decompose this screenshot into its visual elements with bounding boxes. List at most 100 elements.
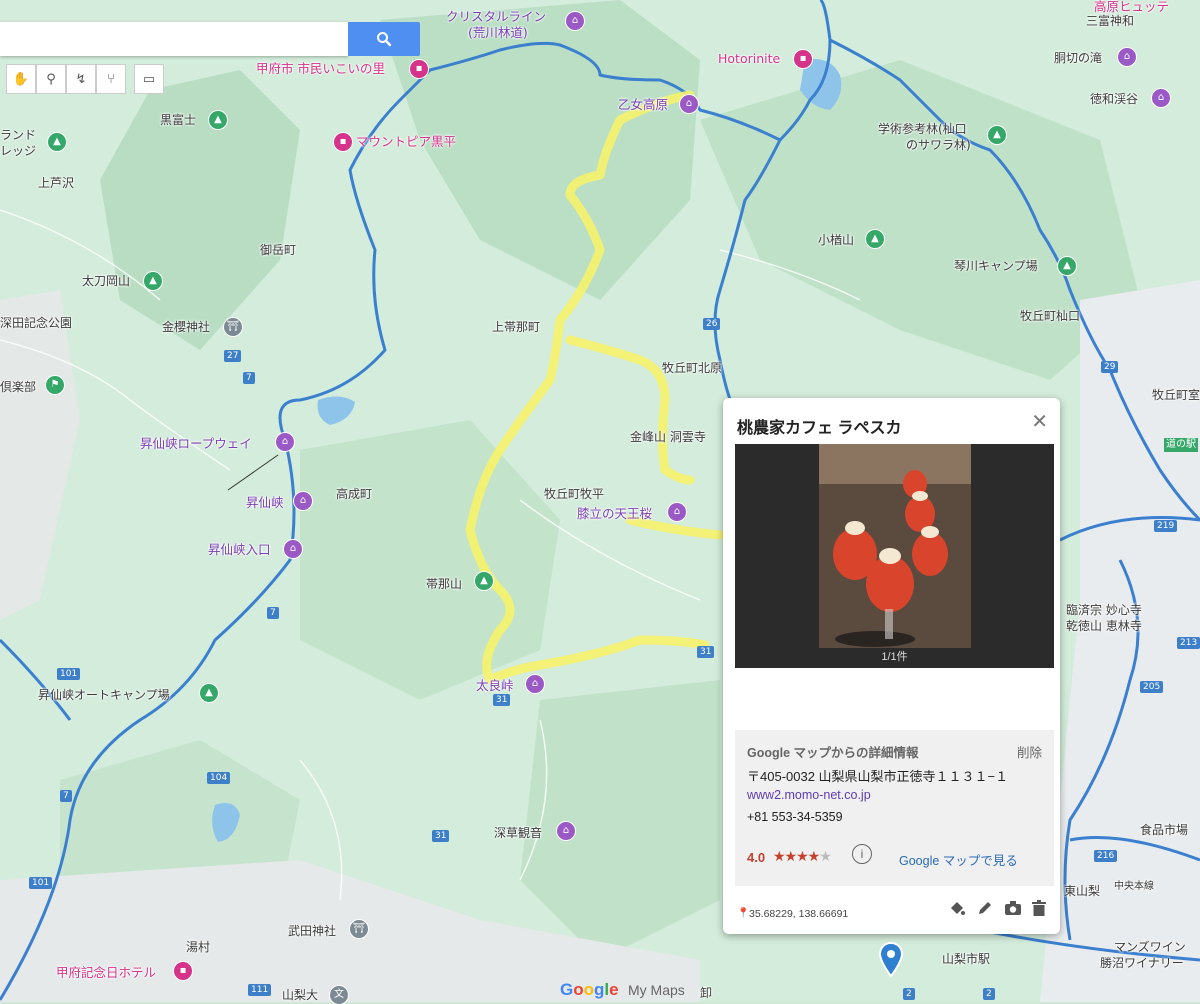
road-shield: 31 <box>432 830 450 842</box>
delete-feature-button[interactable] <box>1029 898 1049 918</box>
mountain-icon[interactable]: ▲ <box>209 111 227 129</box>
map-label: 徳和渓谷 <box>1090 92 1139 106</box>
map-label: 牧丘町杣口 <box>1020 309 1081 323</box>
map-label: 甲府市 市民いこいの里 <box>256 61 385 76</box>
map-label: 昇仙峡入口 <box>208 542 271 557</box>
map-label: 牧丘町牧平 <box>544 487 605 501</box>
road-shield: 104 <box>207 772 231 784</box>
paint-bucket-icon <box>951 902 965 915</box>
route-icon: ⑂ <box>107 71 115 87</box>
hotel-icon[interactable]: ▪ <box>410 60 428 78</box>
ruler-icon: ▭ <box>142 71 156 87</box>
phone-text: +81 553-34-5359 <box>747 810 843 824</box>
parfait-photo <box>819 444 971 648</box>
map-label: 太良峠 <box>476 678 514 693</box>
place-info-card: 桃農家カフェ ラペスカ ✕ 1/1件 Google マップからの詳細情報 削除 … <box>723 398 1060 934</box>
map-label: 金櫻神社 <box>162 320 211 334</box>
poi-icon[interactable]: ⌂ <box>526 675 544 693</box>
map-label: 臨済宗 妙心寺 <box>1066 603 1142 617</box>
map-label: 山梨大 <box>282 988 319 1002</box>
map-label: クリスタルライン <box>446 9 547 24</box>
style-button[interactable] <box>947 898 967 918</box>
rating-value: 4.0 <box>747 850 766 865</box>
road-shield: 213 <box>1177 637 1200 649</box>
line-tool-button[interactable]: ↯ <box>66 64 96 94</box>
golf-icon[interactable]: ⚑ <box>46 376 64 394</box>
coordinates-text: 35.68229, 138.66691 <box>749 908 849 920</box>
hand-tool-button[interactable]: ✋ <box>6 64 36 94</box>
map-label: 琴川キャンプ場 <box>954 259 1038 273</box>
star-icons-full: ★★★★ <box>773 848 820 864</box>
map-label: (荒川林道) <box>468 25 528 40</box>
mountain-icon[interactable]: ▲ <box>475 572 493 590</box>
mountain-icon[interactable]: ▲ <box>866 230 884 248</box>
poi-icon[interactable]: ⌂ <box>294 492 312 510</box>
park-icon[interactable]: ▲ <box>988 126 1006 144</box>
poi-icon[interactable]: ⌂ <box>284 540 302 558</box>
map-label: 東山梨 <box>1064 884 1101 898</box>
star-icon-empty: ★ <box>819 848 832 864</box>
hotel-icon[interactable]: ▪ <box>174 962 192 980</box>
poi-icon[interactable]: ⌂ <box>1152 89 1170 107</box>
campsite-icon[interactable]: ▲ <box>200 684 218 702</box>
google-maps-link[interactable]: Google マップで見る <box>899 850 1018 869</box>
map-label: 中央本線 <box>1114 881 1154 892</box>
search-button[interactable] <box>348 22 420 56</box>
ropeway-icon[interactable]: ⌂ <box>276 433 294 451</box>
mountain-icon[interactable]: ▲ <box>144 272 162 290</box>
map-label: 乙女高原 <box>618 97 669 112</box>
location-pin-icon[interactable] <box>878 942 904 978</box>
search-input[interactable] <box>0 22 348 56</box>
poi-icon[interactable]: ⌂ <box>680 95 698 113</box>
map-label: 上帯那町 <box>492 320 541 334</box>
delete-button[interactable]: 削除 <box>1017 742 1042 761</box>
edit-button[interactable] <box>975 898 995 918</box>
school-icon[interactable]: 文 <box>330 986 348 1004</box>
map-label: 牧丘町北原 <box>662 361 723 375</box>
photo-counter: 1/1件 <box>881 651 908 663</box>
map-label: 山梨市駅 <box>942 952 991 966</box>
marker-tool-button[interactable]: ⚲ <box>36 64 66 94</box>
map-label: 昇仙峡オートキャンプ場 <box>38 688 170 702</box>
website-link[interactable]: www2.momo-net.co.jp <box>747 788 871 802</box>
road-shield: 101 <box>57 668 81 680</box>
shrine-icon[interactable]: ⛩ <box>350 920 368 938</box>
close-icon[interactable]: ✕ <box>1031 412 1048 432</box>
ruler-tool-button[interactable]: ▭ <box>134 64 164 94</box>
map-label: 太刀岡山 <box>82 274 131 288</box>
road-shield: 27 <box>224 350 242 362</box>
road-shield: 216 <box>1094 850 1118 862</box>
map-label: 胴切の滝 <box>1054 51 1103 65</box>
map-label: 御岳町 <box>260 243 297 257</box>
map-label: 帯那山 <box>426 577 463 591</box>
route-tool-button[interactable]: ⑂ <box>96 64 126 94</box>
map-label: 甲府記念日ホテル <box>56 965 157 980</box>
poi-icon[interactable]: ⌂ <box>566 12 584 30</box>
road-shield: 219 <box>1154 520 1178 532</box>
shrine-icon[interactable]: ⛩ <box>224 318 242 336</box>
map-label: 金峰山 洞雲寺 <box>630 430 706 444</box>
line-icon: ↯ <box>75 71 87 87</box>
poi-icon[interactable]: ⌂ <box>557 822 575 840</box>
google-logo: Google <box>560 980 619 999</box>
add-photo-button[interactable] <box>1003 898 1023 918</box>
marker-icon: ⚲ <box>46 71 56 87</box>
campsite-icon[interactable]: ▲ <box>1058 257 1076 275</box>
campsite-icon[interactable]: ▲ <box>48 133 66 151</box>
map-label: のサワラ林) <box>906 138 971 152</box>
road-shield: 7 <box>243 372 255 384</box>
map-label: マンズワイン <box>1114 940 1186 954</box>
info-icon[interactable]: i <box>852 844 872 864</box>
road-shield: 7 <box>267 607 279 619</box>
camera-icon <box>1005 901 1021 915</box>
map-label: 乾徳山 恵林寺 <box>1066 619 1142 633</box>
poi-icon[interactable]: ⌂ <box>668 503 686 521</box>
hotel-icon[interactable]: ▪ <box>334 133 352 151</box>
pencil-icon <box>979 902 991 914</box>
map-label: マウントピア黒平 <box>356 134 457 149</box>
place-photo[interactable]: 1/1件 <box>735 444 1054 668</box>
road-shield: 2 <box>983 988 995 1000</box>
map-label: 高原ヒュッテ <box>1094 0 1170 14</box>
hotel-icon[interactable]: ▪ <box>794 50 812 68</box>
poi-icon[interactable]: ⌂ <box>1118 48 1136 66</box>
